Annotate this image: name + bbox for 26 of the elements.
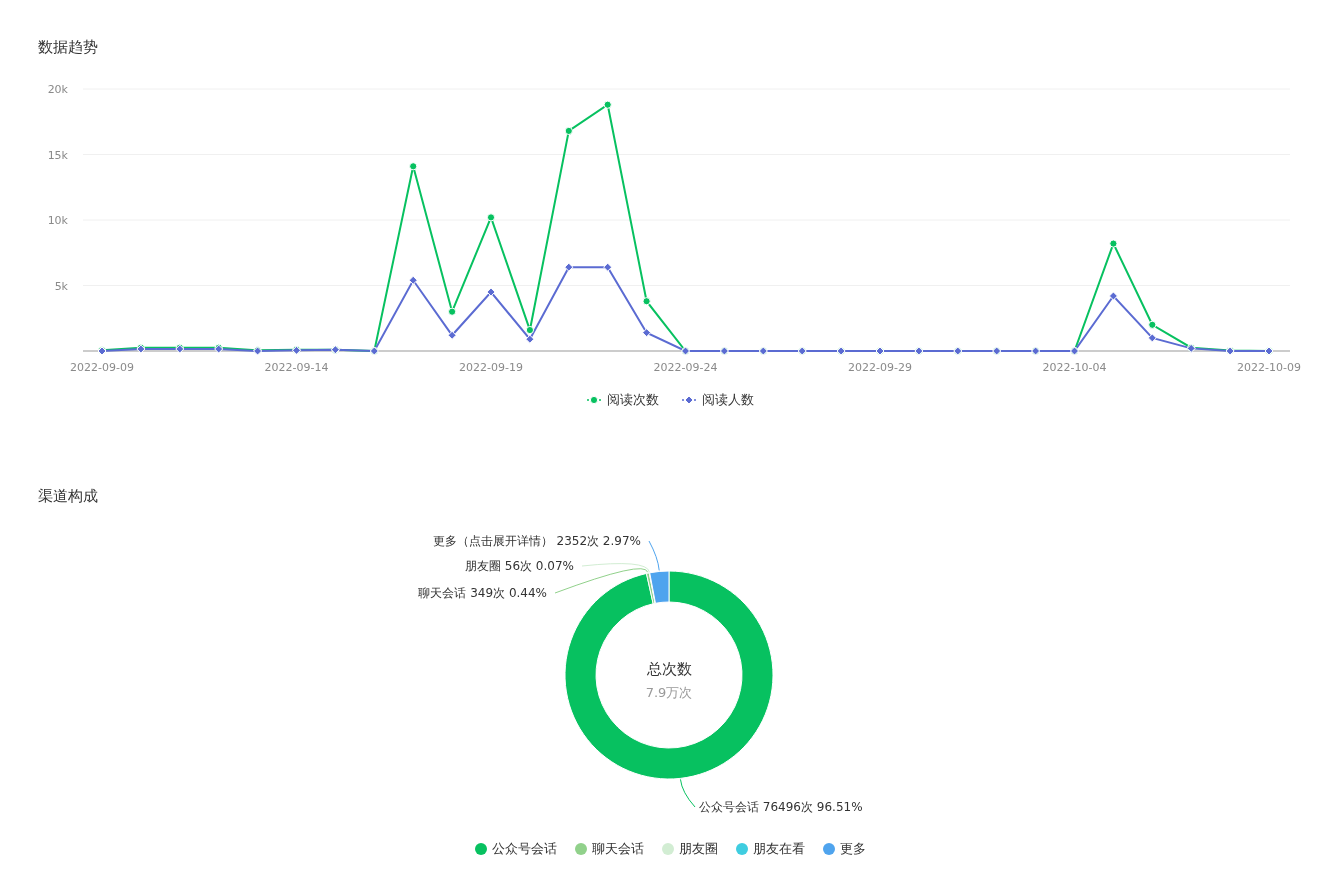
center-value: 7.9万次 (645, 685, 693, 700)
legend-label: 更多 (839, 840, 866, 858)
legend-label: 朋友圈 (678, 840, 718, 858)
axis-label: 2022-10-09 (1237, 361, 1301, 374)
section-title: 数据趋势 (38, 37, 98, 58)
axis-label: 15k (47, 148, 68, 162)
axis-label: 2022-09-29 (848, 361, 912, 374)
axis-label: 2022-10-04 (1042, 361, 1107, 374)
slice-label: 公众号会话 76496次 96.51% (699, 800, 863, 814)
center-title: 总次数 (646, 660, 692, 678)
legend-label: 聊天会话 (591, 840, 644, 858)
axis-label: 2022-09-09 (70, 361, 134, 374)
legend-label: 阅读次数 (607, 391, 659, 409)
axis-label: 10k (47, 214, 68, 227)
section-title: 渠道构成 (38, 486, 98, 507)
axis-label: 2022-09-14 (264, 361, 329, 374)
axis-label: 2022-09-24 (653, 361, 718, 374)
legend-label: 公众号会话 (491, 840, 557, 858)
slice-label: 朋友圈 56次 0.07% (464, 559, 574, 573)
legend-label: 阅读人数 (702, 391, 754, 409)
axis-label: 2022-09-19 (459, 361, 523, 374)
legend-label: 朋友在看 (752, 840, 805, 858)
axis-label: 5k (54, 279, 68, 293)
slice-label: 聊天会话 349次 0.44% (418, 586, 547, 600)
axis-label: 20k (47, 83, 68, 96)
slice-label: 更多（点击展开详情） 2352次 2.97% (432, 534, 641, 548)
